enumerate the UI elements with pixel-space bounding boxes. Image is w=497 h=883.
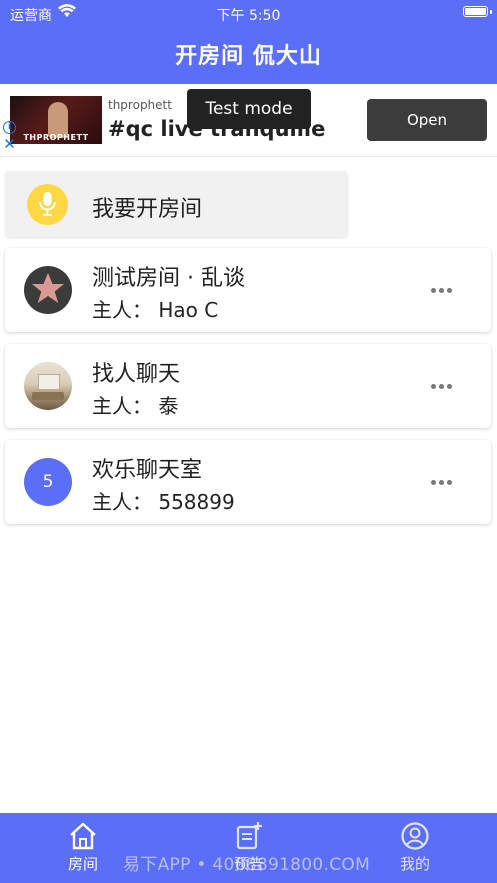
room-list-item[interactable]: 测试房间 · 乱谈 主人： Hao C bbox=[5, 248, 491, 332]
ad-info-icon[interactable]: i bbox=[3, 121, 16, 134]
ad-advertiser: thprophett bbox=[108, 98, 172, 112]
create-room-button[interactable]: 我要开房间 bbox=[5, 171, 348, 237]
ad-thumb-brand: THPROPHETT bbox=[23, 133, 89, 142]
user-icon bbox=[401, 822, 429, 850]
add-note-icon bbox=[236, 822, 262, 850]
ad-thumbnail[interactable]: THPROPHETT bbox=[10, 96, 102, 144]
ad-test-mode-label: Test mode bbox=[187, 89, 311, 129]
room-name: 欢乐聊天室 bbox=[92, 458, 203, 483]
status-time: 下午 5:50 bbox=[216, 8, 281, 24]
room-host: 主人： Hao C bbox=[92, 298, 219, 322]
room-host: 主人： 558899 bbox=[92, 490, 235, 514]
home-icon bbox=[70, 822, 96, 850]
battery-cap bbox=[490, 10, 492, 14]
app-header: 运营商 下午 5:50 开房间 侃大山 bbox=[0, 0, 497, 84]
create-room-label: 我要开房间 bbox=[92, 197, 203, 222]
ad-open-button[interactable]: Open bbox=[367, 99, 487, 141]
status-bar: 运营商 下午 5:50 bbox=[0, 0, 497, 26]
room-list-item[interactable]: 找人聊天 主人： 泰 bbox=[5, 344, 491, 428]
ad-close-icon[interactable]: ✕ bbox=[3, 137, 16, 152]
more-options-icon[interactable] bbox=[431, 384, 453, 390]
room-host: 主人： 泰 bbox=[92, 394, 179, 418]
more-options-icon[interactable] bbox=[431, 480, 453, 486]
page-title: 开房间 侃大山 bbox=[175, 44, 322, 69]
room-name: 找人聊天 bbox=[92, 362, 181, 387]
room-list-item[interactable]: 5 欢乐聊天室 主人： 558899 bbox=[5, 440, 491, 524]
room-avatar-photo bbox=[24, 362, 72, 410]
battery-icon bbox=[463, 6, 488, 17]
room-avatar-number: 5 bbox=[24, 458, 72, 506]
room-name: 测试房间 · 乱谈 bbox=[92, 266, 245, 291]
watermark-text: 易下APP • 4008891800.COM bbox=[123, 855, 371, 875]
room-avatar-star-icon bbox=[24, 266, 72, 314]
mic-icon bbox=[27, 184, 68, 225]
more-options-icon[interactable] bbox=[431, 288, 453, 294]
